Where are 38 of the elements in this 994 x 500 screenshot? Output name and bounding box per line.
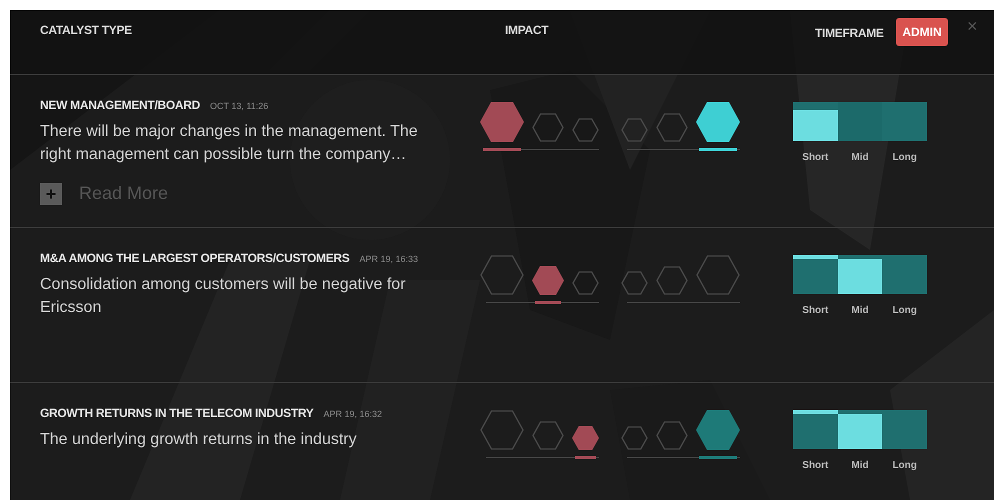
timestamp: APR 19, 16:33 (360, 253, 418, 266)
admin-button[interactable]: ADMIN (896, 18, 948, 46)
column-header: CATALYST TYPE (40, 22, 132, 39)
selection-underline (699, 456, 737, 459)
timeframe-segment[interactable] (838, 410, 882, 449)
timeframe-label: Short (802, 304, 828, 318)
timeframe-label: Mid (851, 304, 869, 318)
selection-underline (575, 456, 596, 459)
column-header: IMPACT (505, 22, 548, 39)
timeframe-label: Long (892, 151, 917, 165)
timeframe-label: Mid (851, 459, 869, 473)
timeframe-strip (793, 410, 838, 414)
timeframe-segment[interactable] (838, 255, 882, 294)
timeframe-segment[interactable] (793, 410, 838, 449)
selection-underline (535, 301, 561, 304)
timeframe-label: Long (892, 459, 917, 473)
timestamp: OCT 13, 11:26 (210, 100, 268, 113)
catalyst-title: GROWTH RETURNS IN THE TELECOM INDUSTRY (40, 405, 314, 422)
timeframe-label: Short (802, 151, 828, 165)
column-header: TIMEFRAME (815, 25, 884, 42)
selection-underline (483, 148, 521, 151)
expand-button[interactable]: + (40, 182, 62, 204)
catalyst-title: NEW MANAGEMENT/BOARD (40, 97, 200, 114)
timeframe-segment[interactable] (793, 255, 838, 294)
catalyst-title: M&A AMONG THE LARGEST OPERATORS/CUSTOMERS (40, 250, 350, 267)
timeframe-label: Long (892, 304, 917, 318)
impact-hexagon[interactable] (696, 102, 740, 142)
timeframe-segment[interactable] (793, 102, 838, 141)
timestamp: APR 19, 16:32 (323, 408, 382, 421)
read-more-link[interactable]: Read More (79, 180, 168, 207)
catalyst-description: The underlying growth returns in the industry (40, 430, 358, 450)
catalyst-description: There will be major changes in the management. The right management can possible turn the company… (40, 122, 419, 165)
timeframe-strip (793, 255, 838, 259)
timeframe-label: Mid (851, 151, 869, 165)
close-button[interactable]: × (967, 17, 978, 35)
timeframe-label: Short (802, 459, 828, 473)
selection-underline (699, 148, 737, 151)
catalyst-description: Consolidation among customers will be negative for Ericsson (40, 275, 407, 318)
